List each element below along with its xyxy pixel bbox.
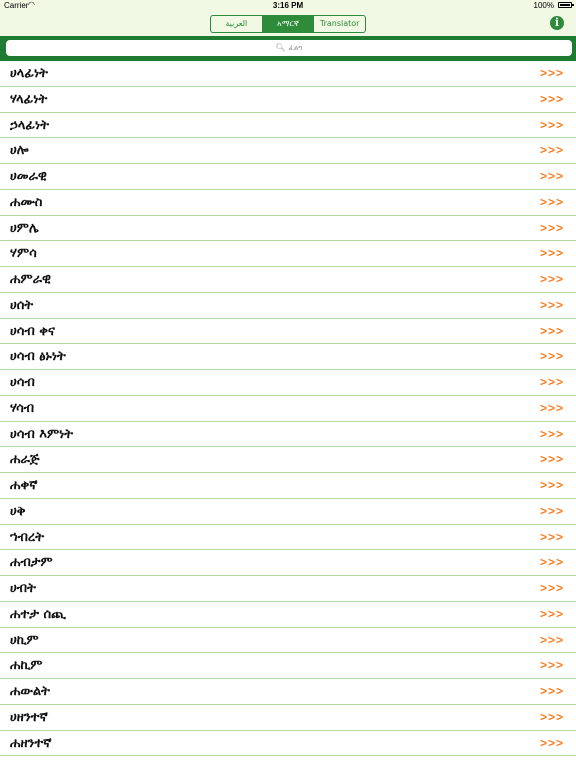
list-item-word: ሀመራዊ	[10, 169, 47, 184]
disclosure-arrow-icon[interactable]: >>>	[540, 653, 564, 678]
list-item-word: ሀሎ	[10, 143, 29, 159]
disclosure-arrow-icon[interactable]: >>>	[540, 138, 564, 163]
list-item-word: ሀቅ	[10, 503, 26, 519]
disclosure-arrow-icon[interactable]: >>>	[540, 396, 564, 421]
list-item-word: ሐዘንተኛ	[10, 735, 52, 751]
list-item-word: ሐብታም	[10, 555, 53, 571]
disclosure-arrow-icon[interactable]: >>>	[540, 344, 564, 369]
disclosure-arrow-icon[interactable]: >>>	[540, 525, 564, 550]
disclosure-arrow-icon[interactable]: >>>	[540, 87, 564, 112]
disclosure-arrow-icon[interactable]: >>>	[540, 164, 564, 189]
list-item-word: ሀኪም	[10, 632, 39, 648]
segment-amharic[interactable]: አማርኛ	[261, 16, 314, 32]
disclosure-arrow-icon[interactable]: >>>	[540, 319, 564, 344]
list-item[interactable]: ሀሳብ ፅኑነት >>>	[0, 344, 576, 370]
list-item-word: ሀብት	[10, 581, 36, 596]
list-item[interactable]: ሀመራዊ >>>	[0, 164, 576, 190]
status-bar: Carrier ◠ 3:16 PM 100%	[0, 0, 576, 12]
list-item-word: ሀላፊነት	[10, 66, 48, 81]
list-item[interactable]: ሐኪም >>>	[0, 653, 576, 679]
list-item-word: ሐሙስ	[10, 194, 43, 210]
list-item-word: ሀምሌ	[10, 220, 39, 236]
list-item[interactable]: ሀላፊነት >>>	[0, 61, 576, 87]
list-item[interactable]: ሀሳብ >>>	[0, 370, 576, 396]
list-item[interactable]: ሐሙስ >>>	[0, 189, 576, 216]
disclosure-arrow-icon[interactable]: >>>	[540, 550, 564, 575]
list-item-word: ሃምሳ	[10, 246, 37, 262]
segment-arabic[interactable]: العربية	[211, 16, 262, 32]
list-item-word: ሐተታ ሰጪ	[10, 606, 66, 622]
disclosure-arrow-icon[interactable]: >>>	[540, 731, 564, 756]
disclosure-arrow-icon[interactable]: >>>	[540, 447, 564, 472]
list-item-word: ሐራጅ	[10, 452, 40, 468]
list-item[interactable]: ሀሎ >>>	[0, 138, 576, 164]
disclosure-arrow-icon[interactable]: >>>	[540, 679, 564, 704]
disclosure-arrow-icon[interactable]: >>>	[540, 628, 564, 653]
list-item[interactable]: ሀዘንተኛ >>>	[0, 704, 576, 731]
disclosure-arrow-icon[interactable]: >>>	[540, 113, 564, 138]
list-item[interactable]: ሀምሌ >>>	[0, 215, 576, 242]
disclosure-arrow-icon[interactable]: >>>	[540, 267, 564, 292]
list-item[interactable]: ሐራጅ >>>	[0, 447, 576, 473]
disclosure-arrow-icon[interactable]: >>>	[540, 422, 564, 447]
list-item-word: ሀዘንተኛ	[10, 709, 48, 725]
word-list: ሀላፊነት >>> ሃላፊነት >>> ኃላፊነት >>> ሀሎ >>> ሀመራዊ >>> ሐሙስ >…	[0, 61, 576, 757]
list-item[interactable]: ሃምሳ >>>	[0, 241, 576, 267]
list-item[interactable]: ሃሳብ >>>	[0, 395, 576, 422]
disclosure-arrow-icon[interactable]: >>>	[540, 216, 564, 241]
list-item-word: ሀሳብ	[10, 375, 35, 390]
list-item-word: ሐምራዊ	[10, 272, 51, 287]
list-item[interactable]: ሀብት >>>	[0, 576, 576, 602]
navigation-bar: Carrier ◠ 3:16 PM 100% العربية አማርኛ Tran…	[0, 0, 576, 36]
list-item-word: ሀሰት	[10, 297, 34, 313]
disclosure-arrow-icon[interactable]: >>>	[540, 705, 564, 730]
search-input[interactable]: 🔍︎ ፈልግ	[6, 40, 572, 56]
list-item[interactable]: ሐምራዊ >>>	[0, 267, 576, 293]
disclosure-arrow-icon[interactable]: >>>	[540, 370, 564, 395]
list-item[interactable]: ሃላፊነት >>>	[0, 86, 576, 113]
disclosure-arrow-icon[interactable]: >>>	[540, 576, 564, 601]
segment-translator[interactable]: Translator	[313, 16, 365, 32]
disclosure-arrow-icon[interactable]: >>>	[540, 473, 564, 498]
list-item-word: ሐውልት	[10, 684, 50, 699]
disclosure-arrow-icon[interactable]: >>>	[540, 293, 564, 318]
disclosure-arrow-icon[interactable]: >>>	[540, 499, 564, 524]
list-item[interactable]: ኃላፊነት >>>	[0, 112, 576, 139]
disclosure-arrow-icon[interactable]: >>>	[540, 602, 564, 627]
list-item-word: ኃላፊነት	[10, 117, 49, 133]
language-segmented-control: العربية አማርኛ Translator	[210, 15, 366, 33]
list-item[interactable]: ሐብታም >>>	[0, 550, 576, 576]
list-item-word: ሃላፊነት	[10, 91, 48, 107]
list-item[interactable]: ኀብረት >>>	[0, 524, 576, 551]
disclosure-arrow-icon[interactable]: >>>	[540, 61, 564, 86]
list-item[interactable]: ሀሳብ ቀና >>>	[0, 318, 576, 345]
list-item[interactable]: ሀኪም >>>	[0, 627, 576, 654]
search-placeholder: ፈልግ	[288, 44, 303, 52]
disclosure-arrow-icon[interactable]: >>>	[540, 241, 564, 266]
list-item[interactable]: ሐተታ ሰጪ >>>	[0, 601, 576, 628]
list-item[interactable]: ሀሰት >>>	[0, 292, 576, 319]
list-item-word: ሀሳብ እምነት	[10, 426, 74, 442]
list-item[interactable]: ሐቀኛ >>>	[0, 473, 576, 499]
battery-icon	[558, 2, 574, 8]
list-item-word: ኀብረት	[10, 529, 44, 545]
disclosure-arrow-icon[interactable]: >>>	[540, 190, 564, 215]
list-item-word: ሀሳብ ቀና	[10, 323, 55, 339]
info-icon[interactable]: i	[550, 16, 564, 30]
search-icon: 🔍︎	[275, 43, 286, 52]
list-item-word: ሐኪም	[10, 658, 43, 674]
list-item[interactable]: ሀሳብ እምነት >>>	[0, 421, 576, 448]
search-bar: 🔍︎ ፈልግ	[0, 36, 576, 61]
clock: 3:16 PM	[272, 1, 304, 10]
list-item-word: ሀሳብ ፅኑነት	[10, 349, 66, 365]
list-item[interactable]: ሐዘንተኛ >>>	[0, 730, 576, 757]
list-item[interactable]: ሐውልት >>>	[0, 679, 576, 705]
list-item-word: ሐቀኛ	[10, 478, 38, 493]
list-item-word: ሃሳብ	[10, 400, 35, 416]
list-item[interactable]: ሀቅ >>>	[0, 498, 576, 525]
battery-percent: 100%	[533, 1, 554, 10]
